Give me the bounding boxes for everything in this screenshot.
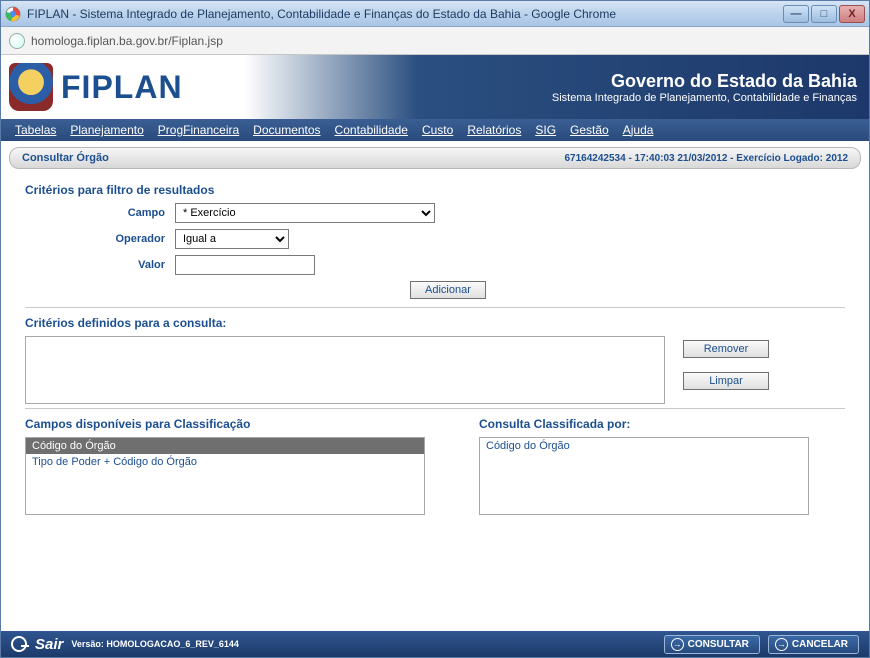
fiplan-logo: FIPLAN (61, 69, 183, 106)
operador-select[interactable]: Igual a (175, 229, 289, 249)
window-maximize-button[interactable]: □ (811, 5, 837, 23)
cancelar-button[interactable]: → CANCELAR (768, 635, 859, 654)
list-item[interactable]: Código do Órgão (480, 438, 808, 454)
valor-input[interactable] (175, 255, 315, 275)
url-text[interactable]: homologa.fiplan.ba.gov.br/Fiplan.jsp (31, 34, 223, 48)
menu-gestao[interactable]: Gestão (570, 123, 609, 137)
version-label: Versão: HOMOLOGACAO_6_REV_6144 (71, 639, 239, 649)
cancelar-label: CANCELAR (792, 639, 848, 650)
app-header: FIPLAN Governo do Estado da Bahia Sistem… (1, 55, 869, 119)
globe-icon (9, 33, 25, 49)
separator-2 (25, 408, 845, 409)
menu-relatorios[interactable]: Relatórios (467, 123, 521, 137)
menu-custo[interactable]: Custo (422, 123, 453, 137)
window-close-button[interactable]: X (839, 5, 865, 23)
window-controls: — □ X (783, 5, 865, 23)
menu-sig[interactable]: SIG (535, 123, 556, 137)
browser-address-bar: homologa.fiplan.ba.gov.br/Fiplan.jsp (1, 27, 869, 55)
available-fields-listbox[interactable]: Código do Órgão Tipo de Poder + Código d… (25, 437, 425, 515)
remover-button[interactable]: Remover (683, 340, 769, 358)
consultar-button[interactable]: → CONSULTAR (664, 635, 760, 654)
menu-tabelas[interactable]: Tabelas (15, 123, 56, 137)
app-footer: Sair Versão: HOMOLOGACAO_6_REV_6144 → CO… (1, 631, 869, 657)
window-minimize-button[interactable]: — (783, 5, 809, 23)
menu-ajuda[interactable]: Ajuda (623, 123, 654, 137)
chrome-favicon (5, 6, 21, 22)
page-titlebar: Consultar Órgão 67164242534 - 17:40:03 2… (9, 147, 861, 169)
header-right: Governo do Estado da Bahia Sistema Integ… (552, 71, 857, 104)
page-title: Consultar Órgão (22, 152, 109, 164)
menu-contabilidade[interactable]: Contabilidade (335, 123, 408, 137)
consultar-label: CONSULTAR (688, 639, 749, 650)
filter-section-title: Critérios para filtro de resultados (25, 183, 845, 197)
gov-title: Governo do Estado da Bahia (552, 71, 857, 92)
criteria-textarea[interactable] (25, 336, 665, 404)
adicionar-button[interactable]: Adicionar (410, 281, 486, 299)
menu-planejamento[interactable]: Planejamento (70, 123, 143, 137)
campo-label: Campo (25, 207, 175, 219)
operador-label: Operador (25, 233, 175, 245)
menu-progfinanceira[interactable]: ProgFinanceira (158, 123, 239, 137)
window-title: FIPLAN - Sistema Integrado de Planejamen… (27, 7, 783, 21)
arrow-right-icon: → (671, 638, 684, 651)
window-titlebar: FIPLAN - Sistema Integrado de Planejamen… (1, 1, 869, 27)
selected-title: Consulta Classificada por: (479, 417, 809, 431)
sair-button[interactable]: Sair (35, 636, 63, 653)
content-panel: Critérios para filtro de resultados Camp… (9, 169, 861, 525)
limpar-button[interactable]: Limpar (683, 372, 769, 390)
criteria-title: Critérios definidos para a consulta: (25, 316, 845, 330)
logo-block: FIPLAN (9, 63, 183, 111)
valor-label: Valor (25, 259, 175, 271)
campo-select[interactable]: * Exercício (175, 203, 435, 223)
selected-fields-listbox[interactable]: Código do Órgão (479, 437, 809, 515)
list-item[interactable]: Código do Órgão (26, 438, 424, 454)
arrow-right-icon: → (775, 638, 788, 651)
list-item[interactable]: Tipo de Poder + Código do Órgão (26, 454, 424, 470)
separator (25, 307, 845, 308)
menu-documentos[interactable]: Documentos (253, 123, 320, 137)
gov-subtitle: Sistema Integrado de Planejamento, Conta… (552, 92, 857, 104)
main-menu: Tabelas Planejamento ProgFinanceira Docu… (1, 119, 869, 141)
state-crest-icon (9, 63, 53, 111)
exit-icon[interactable] (11, 636, 27, 652)
available-title: Campos disponíveis para Classificação (25, 417, 425, 431)
session-meta: 67164242534 - 17:40:03 21/03/2012 - Exer… (564, 153, 848, 164)
